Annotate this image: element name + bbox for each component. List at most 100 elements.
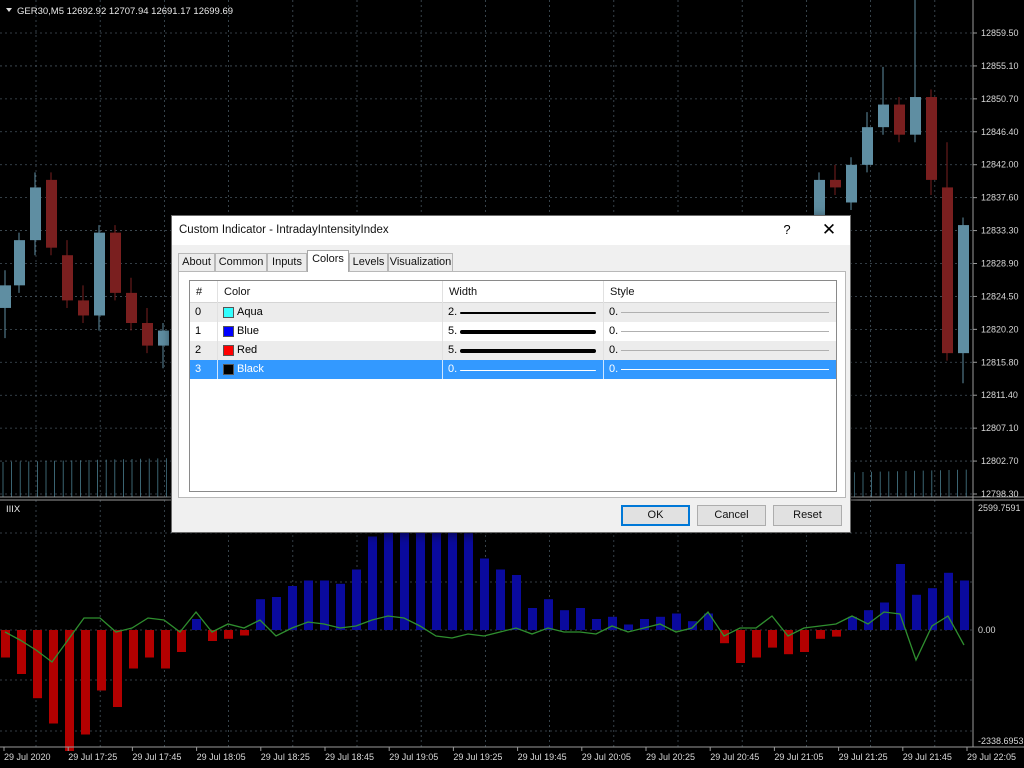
row-color-cell[interactable]: Red — [218, 341, 443, 360]
tab-about[interactable]: About — [178, 253, 215, 271]
row-color-cell[interactable]: Aqua — [218, 303, 443, 322]
list-item[interactable]: 1 Blue 5. 0. — [190, 322, 836, 341]
price-label: 12833.30 — [981, 226, 1019, 236]
histogram-bar — [752, 630, 761, 658]
time-label: 29 Jul 20:05 — [582, 752, 631, 762]
histogram-bar — [960, 580, 969, 630]
histogram-bar — [592, 619, 601, 630]
candle-body — [958, 225, 969, 354]
price-label: 12846.40 — [981, 127, 1019, 137]
histogram-bar — [464, 533, 473, 630]
histogram-bar — [656, 616, 665, 630]
histogram-bar — [416, 524, 425, 630]
dialog-title: Custom Indicator - IntradayIntensityInde… — [179, 224, 389, 236]
tab-visualization[interactable]: Visualization — [388, 253, 453, 271]
dialog-titlebar[interactable]: Custom Indicator - IntradayIntensityInde… — [172, 216, 850, 245]
row-color-cell[interactable]: Blue — [218, 322, 443, 341]
candle-body — [846, 164, 857, 203]
histogram-bar — [448, 525, 457, 630]
row-style-cell[interactable]: 0. — [604, 303, 836, 322]
tab-colors[interactable]: Colors — [307, 250, 349, 272]
candle-body — [878, 104, 889, 128]
time-label: 29 Jul 21:45 — [903, 752, 952, 762]
time-label: 29 Jul 19:05 — [389, 752, 438, 762]
candle-body — [46, 179, 57, 248]
time-label: 29 Jul 19:45 — [518, 752, 567, 762]
histogram-bar — [224, 630, 233, 639]
price-label: 12807.10 — [981, 423, 1019, 433]
column-header-index[interactable]: # — [190, 281, 218, 303]
time-label: 29 Jul 21:05 — [774, 752, 823, 762]
ok-button[interactable]: OK — [621, 505, 690, 526]
histogram-bar — [480, 558, 489, 630]
histogram-bar — [17, 630, 26, 674]
row-style-cell[interactable]: 0. — [604, 341, 836, 360]
time-label: 29 Jul 18:25 — [261, 752, 310, 762]
row-width-cell[interactable]: 5. — [443, 322, 604, 341]
indicator-level-label: -2338.6953 — [978, 736, 1024, 746]
candle-body — [942, 187, 953, 354]
column-header-style[interactable]: Style — [604, 281, 836, 303]
time-label: 29 Jul 17:25 — [68, 752, 117, 762]
list-item[interactable]: 3 Black 0. 0. — [190, 360, 836, 379]
histogram-bar — [624, 624, 633, 630]
reset-button[interactable]: Reset — [773, 505, 842, 526]
price-label: 12837.60 — [981, 193, 1019, 203]
histogram-bar — [880, 602, 889, 630]
price-label: 12824.50 — [981, 291, 1019, 301]
histogram-bar — [896, 564, 905, 630]
price-label: 12815.80 — [981, 357, 1019, 367]
row-width-cell[interactable]: 2. — [443, 303, 604, 322]
cancel-button[interactable]: Cancel — [697, 505, 766, 526]
histogram-bar — [272, 597, 281, 630]
tab-levels[interactable]: Levels — [349, 253, 388, 271]
histogram-bar — [256, 599, 265, 630]
row-style-cell[interactable]: 0. — [604, 322, 836, 341]
row-width-cell[interactable]: 0. — [443, 360, 604, 379]
list-item[interactable]: 0 Aqua 2. 0. — [190, 303, 836, 322]
histogram-bar — [496, 569, 505, 630]
histogram-bar — [240, 630, 249, 636]
candle-body — [78, 300, 89, 316]
list-item[interactable]: 2 Red 5. 0. — [190, 341, 836, 360]
color-swatch — [223, 307, 234, 318]
colors-list[interactable]: # Color Width Style 0 Aqua 2. 0. 1 Blue 5. 0. 2 R… — [189, 280, 837, 492]
tab-inputs[interactable]: Inputs — [267, 253, 307, 271]
histogram-bar — [864, 610, 873, 630]
price-label: 12850.70 — [981, 94, 1019, 104]
time-label: 29 Jul 20:45 — [710, 752, 759, 762]
histogram-bar — [49, 630, 58, 724]
width-preview-line — [460, 330, 596, 334]
indicator-window-label: IIIX — [6, 504, 21, 515]
histogram-bar — [288, 586, 297, 630]
candle-body — [30, 187, 41, 241]
row-style-cell[interactable]: 0. — [604, 360, 836, 379]
close-icon[interactable]: ✕ — [817, 219, 841, 241]
histogram-bar — [65, 630, 74, 751]
row-width-cell[interactable]: 5. — [443, 341, 604, 360]
colors-tab-panel: # Color Width Style 0 Aqua 2. 0. 1 Blue 5. 0. 2 R… — [178, 271, 846, 498]
histogram-bar — [177, 630, 186, 652]
candle-body — [910, 97, 921, 135]
row-index: 3 — [190, 360, 218, 379]
histogram-bar — [368, 536, 377, 630]
row-index: 2 — [190, 341, 218, 360]
histogram-bar — [320, 580, 329, 630]
time-label: 29 Jul 2020 — [4, 752, 51, 762]
candle-body — [14, 240, 25, 286]
tab-common[interactable]: Common — [215, 253, 267, 271]
histogram-bar — [816, 630, 825, 639]
row-color-cell[interactable]: Black — [218, 360, 443, 379]
style-preview-line — [621, 350, 829, 351]
price-label: 12828.90 — [981, 259, 1019, 269]
style-preview-line — [621, 331, 829, 332]
column-header-color[interactable]: Color — [218, 281, 443, 303]
candle-body — [62, 255, 73, 301]
histogram-bar — [192, 619, 201, 630]
column-header-width[interactable]: Width — [443, 281, 604, 303]
candle-body — [862, 127, 873, 165]
candle-body — [126, 292, 137, 324]
time-label: 29 Jul 19:25 — [453, 752, 502, 762]
histogram-bar — [736, 630, 745, 663]
help-button[interactable]: ? — [778, 221, 796, 239]
